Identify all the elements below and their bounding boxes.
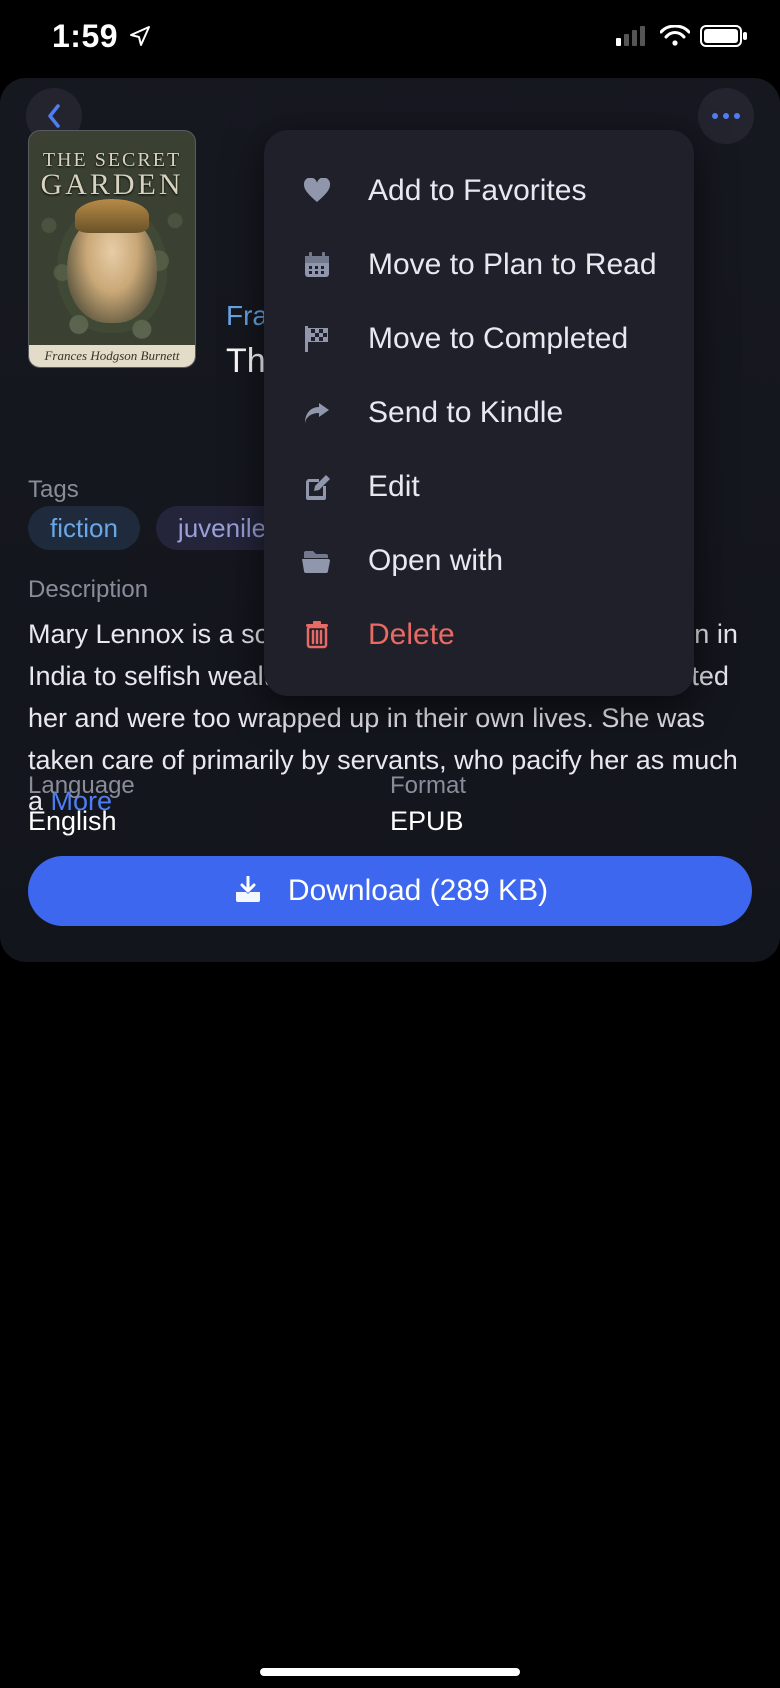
language-label: Language	[28, 772, 390, 800]
menu-edit[interactable]: Edit	[264, 450, 694, 524]
download-button[interactable]: Download (289 KB)	[28, 856, 752, 926]
menu-label: Send to Kindle	[368, 396, 563, 430]
context-menu: Add to Favorites Move to Plan to Read Mo…	[264, 130, 694, 696]
chevron-left-icon	[44, 102, 64, 130]
more-button[interactable]	[698, 88, 754, 144]
ellipsis-icon	[711, 112, 741, 120]
description-label: Description	[28, 576, 148, 604]
menu-label: Edit	[368, 470, 420, 504]
menu-completed[interactable]: Move to Completed	[264, 302, 694, 376]
trash-icon	[300, 621, 334, 649]
battery-icon	[700, 25, 748, 47]
menu-label: Move to Completed	[368, 322, 628, 356]
menu-delete[interactable]: Delete	[264, 598, 694, 672]
wifi-icon	[660, 25, 690, 47]
status-time: 1:59	[52, 18, 152, 55]
menu-label: Move to Plan to Read	[368, 248, 657, 282]
menu-send-kindle[interactable]: Send to Kindle	[264, 376, 694, 450]
flag-checkered-icon	[300, 326, 334, 352]
format-col: Format EPUB	[390, 772, 752, 837]
home-indicator[interactable]	[260, 1668, 520, 1676]
language-col: Language English	[28, 772, 390, 837]
menu-add-favorites[interactable]: Add to Favorites	[264, 154, 694, 228]
heart-icon	[300, 178, 334, 204]
menu-label: Delete	[368, 618, 455, 652]
status-bar: 1:59	[0, 0, 780, 72]
calendar-icon	[300, 252, 334, 278]
language-value: English	[28, 806, 390, 837]
info-row: Language English Format EPUB	[28, 772, 752, 837]
download-label: Download (289 KB)	[288, 874, 548, 908]
pencil-square-icon	[300, 474, 334, 501]
folder-open-icon	[300, 549, 334, 573]
menu-plan-to-read[interactable]: Move to Plan to Read	[264, 228, 694, 302]
format-value: EPUB	[390, 806, 752, 837]
tag-chip[interactable]: fiction	[28, 506, 140, 550]
cover-title-line2: GARDEN	[29, 168, 195, 202]
cover-author: Frances Hodgson Burnett	[29, 345, 195, 367]
location-arrow-icon	[128, 24, 152, 48]
cellular-signal-icon	[616, 26, 650, 46]
clock-text: 1:59	[52, 18, 118, 55]
share-arrow-icon	[300, 401, 334, 425]
menu-label: Add to Favorites	[368, 174, 586, 208]
format-label: Format	[390, 772, 752, 800]
menu-open-with[interactable]: Open with	[264, 524, 694, 598]
book-cover[interactable]: THE SECRET GARDEN Frances Hodgson Burnet…	[28, 130, 196, 368]
menu-label: Open with	[368, 544, 503, 578]
download-icon	[232, 876, 264, 906]
tags-label: Tags	[28, 476, 79, 504]
